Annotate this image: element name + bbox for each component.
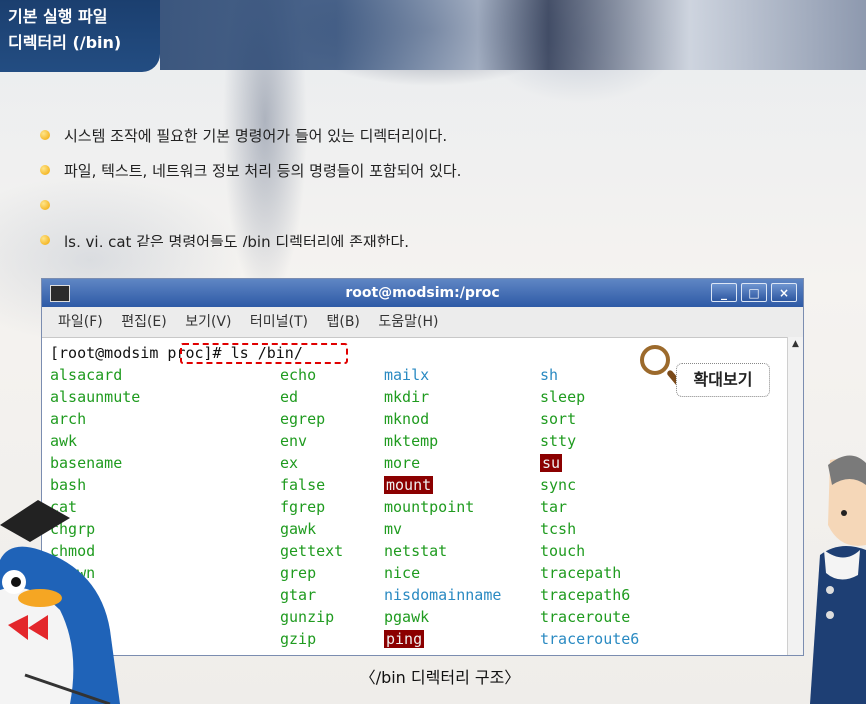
file-entry: tracepath xyxy=(540,564,622,582)
file-entry: bash xyxy=(50,476,87,494)
file-entry: gunzip xyxy=(280,608,335,626)
bullet-item: 시스템 조작에 필요한 기본 명령어가 들어 있는 디렉터리이다. xyxy=(40,122,660,157)
file-entry: mailx xyxy=(384,366,430,384)
file-entry: false xyxy=(280,476,326,494)
file-entry: gzip xyxy=(280,630,317,648)
terminal-menubar: 파일(F) 편집(E) 보기(V) 터미널(T) 탭(B) 도움말(H) xyxy=(42,307,803,338)
file-entry: more xyxy=(384,454,421,472)
highlight-box xyxy=(180,343,348,364)
file-entry: mkdir xyxy=(384,388,430,406)
terminal-scrollbar[interactable]: ▲ xyxy=(787,337,803,655)
listing-column: mailx mkdir mknod mktemp more mount mountpoint… xyxy=(384,364,501,650)
file-entry: ed xyxy=(280,388,299,406)
file-entry: gtar xyxy=(280,586,317,604)
zoom-label: 확대보기 xyxy=(676,363,770,397)
file-entry: gawk xyxy=(280,520,317,538)
bullet-list: 시스템 조작에 필요한 기본 명령어가 들어 있는 디렉터리이다. 파일, 텍스… xyxy=(40,122,660,247)
bullet-dot-icon xyxy=(40,130,50,140)
terminal-title: root@modsim:/proc xyxy=(345,285,500,301)
file-entry: fgrep xyxy=(280,498,326,516)
listing-column: echo ed egrep env ex false fgrep gawk gettext gre… xyxy=(280,364,343,650)
file-entry: arch xyxy=(50,410,87,428)
bullet-text: 시스템 조작에 필요한 기본 명령어가 들어 있는 디렉터리이다. xyxy=(64,127,448,145)
bullet-dot-icon xyxy=(40,235,50,245)
scroll-up-icon[interactable]: ▲ xyxy=(788,337,803,351)
file-entry: gettext xyxy=(280,542,344,560)
file-entry: nice xyxy=(384,564,421,582)
file-entry: sleep xyxy=(540,388,586,406)
bullet-item xyxy=(40,192,660,227)
close-button[interactable]: × xyxy=(771,283,797,302)
file-entry: alsacard xyxy=(50,366,123,384)
file-entry: mknod xyxy=(384,410,430,428)
professor-mascot-icon xyxy=(810,455,866,704)
magnifier-icon xyxy=(640,345,670,375)
bullet-text: 파일, 텍스트, 네트워크 정보 처리 등의 명령들이 포함되어 있다. xyxy=(64,162,462,180)
file-entry: mountpoint xyxy=(384,498,475,516)
menu-view[interactable]: 보기(V) xyxy=(185,307,231,337)
file-entry: netstat xyxy=(384,542,448,560)
minimize-button[interactable]: _ xyxy=(711,283,737,302)
file-entry: ping xyxy=(384,630,425,648)
file-entry: tcsh xyxy=(540,520,577,538)
menu-help[interactable]: 도움말(H) xyxy=(378,307,438,337)
ls-listing: alsacard alsaunmute arch awk basename bash cat… xyxy=(50,364,803,654)
file-entry: basename xyxy=(50,454,123,472)
file-entry: grep xyxy=(280,564,317,582)
penguin-mascot-icon xyxy=(0,500,120,704)
file-entry: sync xyxy=(540,476,577,494)
file-entry: ex xyxy=(280,454,299,472)
file-entry: traceroute xyxy=(540,608,631,626)
file-entry: traceroute6 xyxy=(540,630,640,648)
file-entry: pgawk xyxy=(384,608,430,626)
listing-column: sh sleep sort stty su sync tar tcsh touch tracepa… xyxy=(540,364,639,650)
figure-caption: 〈/bin 디렉터리 구조〉 xyxy=(359,668,521,687)
section-title-line1: 기본 실행 파일 xyxy=(8,7,108,26)
file-entry: mv xyxy=(384,520,403,538)
file-entry: tracepath6 xyxy=(540,586,631,604)
file-entry: tar xyxy=(540,498,568,516)
file-entry: echo xyxy=(280,366,317,384)
file-entry: mount xyxy=(384,476,434,494)
file-entry: nisdomainname xyxy=(384,586,502,604)
file-entry: stty xyxy=(540,432,577,450)
menu-edit[interactable]: 편집(E) xyxy=(121,307,167,337)
bullet-dot-icon xyxy=(40,165,50,175)
header-strip xyxy=(160,0,866,70)
section-title: 기본 실행 파일 디렉터리 (/bin) xyxy=(0,0,160,72)
maximize-button[interactable]: □ xyxy=(741,283,767,302)
file-entry: sort xyxy=(540,410,577,428)
file-entry: touch xyxy=(540,542,586,560)
terminal-window: root@modsim:/proc _ □ × 파일(F) 편집(E) 보기(V… xyxy=(41,278,804,656)
bullet-dot-icon xyxy=(40,200,50,210)
file-entry: alsaunmute xyxy=(50,388,141,406)
terminal-titlebar[interactable]: root@modsim:/proc _ □ × xyxy=(42,279,803,307)
zoom-button[interactable]: 확대보기 xyxy=(640,343,770,399)
section-title-line2: 디렉터리 (/bin) xyxy=(8,33,122,52)
bullet-item: ls, vi, cat 같은 명령어들도 /bin 디렉터리에 존재한다. xyxy=(40,227,660,247)
bullet-item: 파일, 텍스트, 네트워크 정보 처리 등의 명령들이 포함되어 있다. xyxy=(40,157,660,192)
menu-file[interactable]: 파일(F) xyxy=(58,307,103,337)
file-entry: mktemp xyxy=(384,432,439,450)
file-entry: sh xyxy=(540,366,559,384)
file-entry: su xyxy=(540,454,563,472)
file-entry: env xyxy=(280,432,308,450)
file-entry: egrep xyxy=(280,410,326,428)
file-entry: awk xyxy=(50,432,78,450)
menu-terminal[interactable]: 터미널(T) xyxy=(250,307,308,337)
bullet-text: ls, vi, cat 같은 명령어들도 /bin 디렉터리에 존재한다. xyxy=(64,233,410,247)
menu-tab[interactable]: 탭(B) xyxy=(326,307,359,337)
